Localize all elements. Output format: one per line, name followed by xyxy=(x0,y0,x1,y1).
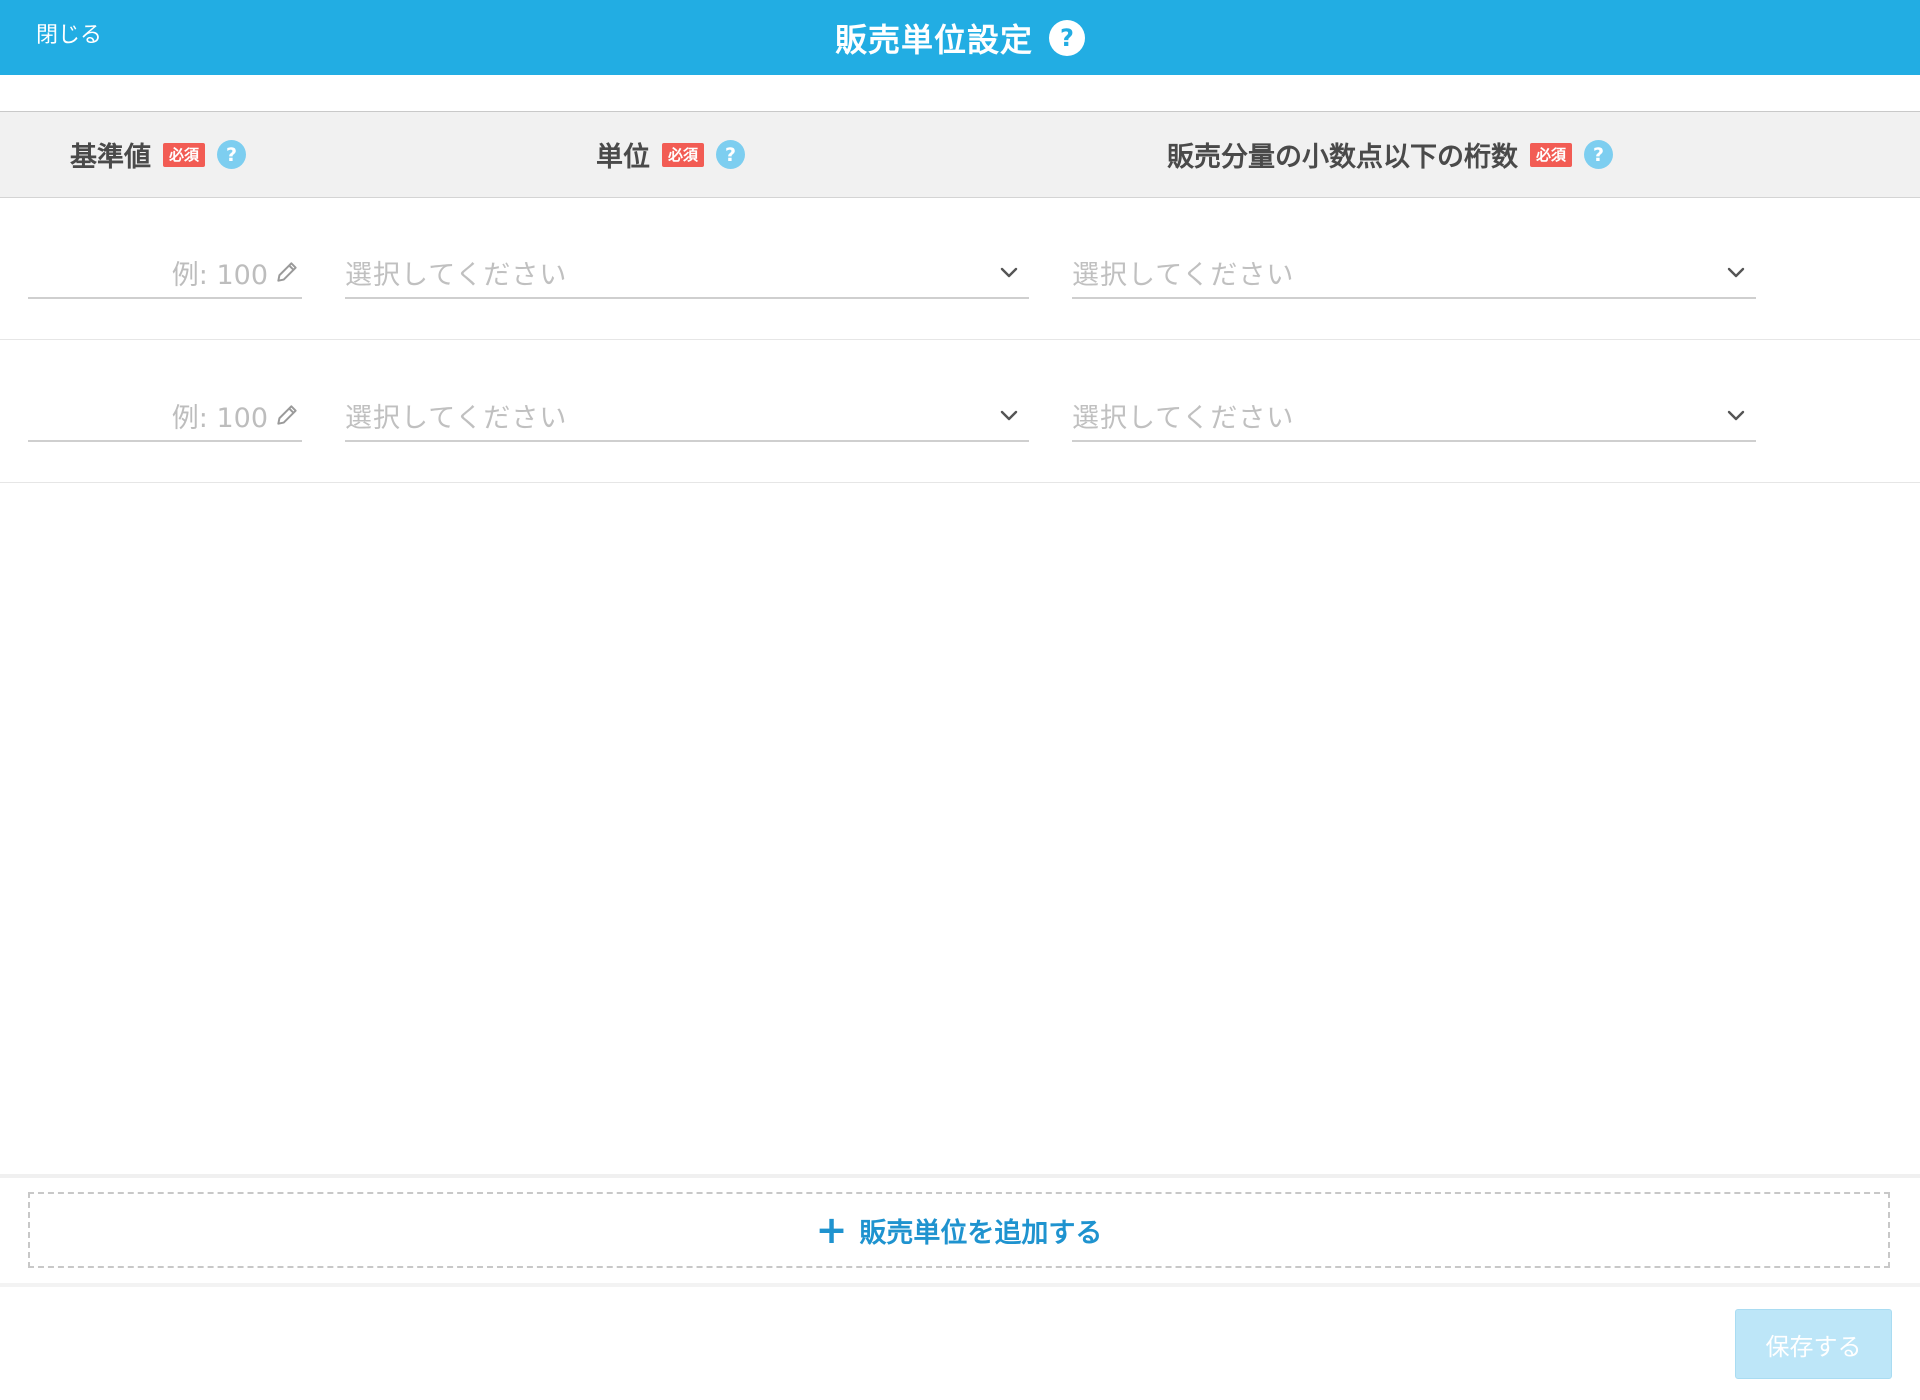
column-label: 販売分量の小数点以下の桁数 xyxy=(1167,142,1518,173)
base-value-placeholder: 例: 100 xyxy=(171,259,268,291)
unit-select[interactable]: 選択してください xyxy=(345,247,1029,299)
required-badge: 必須 xyxy=(662,142,705,167)
column-header-row: 基準値 必須 ? 単位 必須 ? 販売分量の小数点以下の桁数 必須 ? xyxy=(0,111,1920,198)
header-bar: 販売単位設定 ? 閉じる xyxy=(0,0,1920,75)
divider xyxy=(0,1174,1920,1178)
unit-select[interactable]: 選択してください xyxy=(345,390,1029,442)
decimal-places-select-placeholder: 選択してください xyxy=(1072,259,1295,291)
footer-divider xyxy=(0,1283,1920,1287)
add-sales-unit-button[interactable]: + 販売単位を追加する xyxy=(28,1192,1890,1268)
column-label: 基準値 xyxy=(70,142,151,173)
pencil-icon xyxy=(277,405,297,425)
base-value-placeholder: 例: 100 xyxy=(171,402,268,434)
chevron-down-icon xyxy=(1000,267,1018,278)
plus-icon: + xyxy=(815,1208,848,1252)
required-badge: 必須 xyxy=(163,142,206,167)
help-icon[interactable]: ? xyxy=(1049,19,1085,56)
page-title: 販売単位設定 xyxy=(834,20,1033,59)
add-sales-unit-label: 販売単位を追加する xyxy=(859,1217,1103,1249)
required-badge: 必須 xyxy=(1530,142,1573,167)
sales-unit-row: 例: 100 選択してください 選択してください xyxy=(0,339,1920,483)
base-value-input[interactable]: 例: 100 xyxy=(28,247,302,299)
pencil-icon xyxy=(277,262,297,282)
column-header-base-value: 基準値 必須 ? xyxy=(70,112,247,197)
save-button[interactable]: 保存する xyxy=(1735,1309,1892,1379)
column-header-unit: 単位 必須 ? xyxy=(596,112,746,197)
column-header-decimal-places: 販売分量の小数点以下の桁数 必須 ? xyxy=(1167,112,1614,197)
chevron-down-icon xyxy=(1727,267,1745,278)
help-icon[interactable]: ? xyxy=(716,140,746,169)
help-icon[interactable]: ? xyxy=(1584,140,1614,169)
base-value-input[interactable]: 例: 100 xyxy=(28,390,302,442)
chevron-down-icon xyxy=(1727,410,1745,421)
unit-select-placeholder: 選択してください xyxy=(345,259,568,291)
decimal-places-select[interactable]: 選択してください xyxy=(1072,390,1756,442)
column-label: 単位 xyxy=(596,142,650,173)
help-icon[interactable]: ? xyxy=(217,140,247,169)
chevron-down-icon xyxy=(1000,410,1018,421)
decimal-places-select[interactable]: 選択してください xyxy=(1072,247,1756,299)
unit-select-placeholder: 選択してください xyxy=(345,402,568,434)
close-button[interactable]: 閉じる xyxy=(36,18,102,54)
sales-unit-row: 例: 100 選択してください 選択してください xyxy=(0,196,1920,340)
decimal-places-select-placeholder: 選択してください xyxy=(1072,402,1295,434)
title-group: 販売単位設定 ? xyxy=(0,0,1920,75)
